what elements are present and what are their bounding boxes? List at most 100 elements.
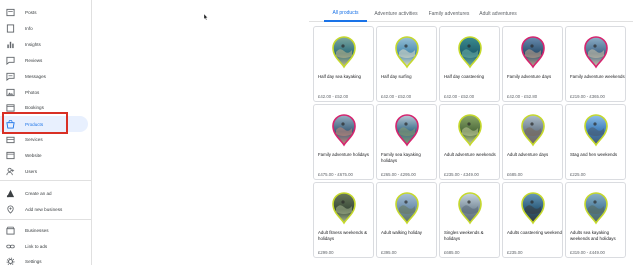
product-title: Stag and hen weekends — [570, 152, 618, 157]
product-title: Adults coasteering weekend — [507, 230, 562, 235]
product-card[interactable]: Adults sea kayaking weekends and holiday… — [565, 182, 626, 258]
product-price: £219.00 - £365.00 — [570, 94, 605, 99]
product-card[interactable]: Family sea kayaking holidays £265.00 - £2… — [376, 104, 437, 180]
tab-family-adventures[interactable]: Family adventures — [425, 5, 473, 22]
sidebar-item-label: Reviews — [25, 57, 43, 63]
product-photo-pin — [458, 192, 482, 225]
sidebar-item-businesses[interactable]: Businesses — [0, 222, 92, 238]
product-card[interactable]: Adult adventure days £685.00 — [502, 104, 563, 180]
product-photo-pin — [395, 192, 419, 225]
sidebar-item-insights[interactable]: Insights — [0, 36, 92, 52]
product-title: Adult fitness weekends & holidays — [318, 230, 368, 241]
services-icon — [6, 135, 15, 144]
product-photo-pin — [584, 114, 608, 147]
sidebar-divider — [0, 180, 92, 181]
sidebar-item-add-business[interactable]: Add new business — [0, 201, 92, 217]
tab-adult-adventures[interactable]: Adult adventures — [475, 5, 521, 22]
sidebar-item-info[interactable]: Info — [0, 20, 92, 36]
link-icon — [6, 242, 15, 251]
product-card[interactable]: Family adventure holidays £475.00 - £675.… — [313, 104, 374, 180]
sidebar-item-label: Settings — [25, 258, 42, 264]
sidebar-item-label: Add new business — [25, 206, 63, 212]
sidebar-item-create-ad[interactable]: Create an ad — [0, 185, 92, 201]
bookings-icon — [6, 103, 15, 112]
product-card[interactable]: Singles weekends & holidays £685.00 — [439, 182, 500, 258]
product-title: Adult adventure weekends — [444, 152, 496, 157]
sidebar-item-label: Bookings — [25, 104, 44, 110]
product-photo-pin — [458, 114, 482, 147]
sidebar-item-photos[interactable]: Photos — [0, 84, 92, 100]
product-price: £395.00 — [381, 250, 397, 255]
sidebar-item-messages[interactable]: Messages — [0, 68, 92, 84]
website-icon — [6, 151, 15, 160]
product-price: £685.00 — [444, 250, 460, 255]
photos-icon — [6, 88, 15, 97]
sidebar-item-label: Website — [25, 152, 42, 158]
sidebar-item-link-to-ads[interactable]: Link to ads — [0, 238, 92, 254]
sidebar-item-website[interactable]: Website — [0, 147, 92, 163]
posts-icon — [6, 8, 15, 17]
product-card[interactable]: Half day coasteering £42.00 - £52.00 — [439, 26, 500, 102]
product-price: £475.00 - £675.00 — [318, 172, 353, 177]
sidebar-item-label: Users — [25, 168, 37, 174]
product-price: £42.00 - £52.00 — [381, 94, 412, 99]
product-photo-pin — [584, 192, 608, 225]
settings-icon — [6, 257, 15, 265]
product-price: £685.00 — [507, 172, 523, 177]
sidebar-item-label: Photos — [25, 89, 40, 95]
product-card[interactable]: Half day surfing £42.00 - £52.00 — [376, 26, 437, 102]
product-card[interactable]: Adult walking holiday £395.00 — [376, 182, 437, 258]
product-price: £42.00 - £52.80 — [507, 94, 538, 99]
product-card[interactable]: Adult adventure weekends £235.00 - £349.0… — [439, 104, 500, 180]
product-title: Adult walking holiday — [381, 230, 423, 235]
mouse-cursor-icon — [204, 14, 208, 20]
product-card[interactable]: Adult fitness weekends & holidays £299.00 — [313, 182, 374, 258]
product-card[interactable]: Half day sea kayaking £42.00 - £52.00 — [313, 26, 374, 102]
product-card[interactable]: Adults coasteering weekend £235.00 — [502, 182, 563, 258]
sidebar-divider — [0, 219, 92, 220]
sidebar-item-label: Services — [25, 136, 43, 142]
tab-all-products[interactable]: All products — [324, 5, 367, 22]
sidebar-item-label: Posts — [25, 9, 37, 15]
add-business-icon — [6, 204, 15, 214]
businesses-icon — [6, 226, 15, 235]
sidebar-item-label: Messages — [25, 73, 46, 79]
product-price: £319.00 - £449.00 — [570, 250, 605, 255]
sidebar-item-users[interactable]: Users — [0, 163, 92, 179]
sidebar-item-reviews[interactable]: Reviews — [0, 52, 92, 68]
product-title: Half day surfing — [381, 74, 412, 79]
product-price: £225.00 — [570, 172, 586, 177]
highlight-box — [2, 112, 68, 134]
sidebar-item-label: Create an ad — [25, 190, 52, 196]
product-title: Family sea kayaking holidays — [381, 152, 421, 163]
product-title: Adult adventure days — [507, 152, 549, 157]
product-photo-pin — [521, 192, 545, 225]
product-title: Half day coasteering — [444, 74, 485, 79]
product-photo-pin — [332, 114, 356, 147]
product-photo-pin — [521, 36, 545, 69]
sidebar-item-label: Insights — [25, 41, 41, 47]
tab-adventure-activities[interactable]: Adventure activities — [369, 5, 423, 22]
product-title: Adults sea kayaking weekends and holiday… — [570, 230, 616, 241]
sidebar-item-label: Info — [25, 25, 33, 31]
product-card[interactable]: Family adventure weekends £219.00 - £365.… — [565, 26, 626, 102]
sidebar-item-settings[interactable]: Settings — [0, 253, 92, 265]
product-title: Family adventure weekends — [570, 74, 625, 79]
product-price: £265.00 - £295.00 — [381, 172, 416, 177]
product-title: Singles weekends & holidays — [444, 230, 484, 241]
product-photo-pin — [458, 36, 482, 69]
ads-icon — [6, 189, 15, 198]
product-title: Family adventure holidays — [318, 152, 370, 157]
product-price: £42.00 - £52.00 — [318, 94, 349, 99]
sidebar-item-posts[interactable]: Posts — [0, 4, 92, 20]
product-photo-pin — [332, 36, 356, 69]
product-title: Half day sea kayaking — [318, 74, 361, 79]
product-title: Family adventure days — [507, 74, 552, 79]
insights-icon — [6, 40, 15, 49]
product-photo-pin — [521, 114, 545, 147]
sidebar-item-label: Link to ads — [25, 243, 48, 249]
product-card[interactable]: Family adventure days £42.00 - £52.80 — [502, 26, 563, 102]
product-photo-pin — [584, 36, 608, 69]
product-card[interactable]: Stag and hen weekends £225.00 — [565, 104, 626, 180]
info-icon — [6, 23, 15, 33]
